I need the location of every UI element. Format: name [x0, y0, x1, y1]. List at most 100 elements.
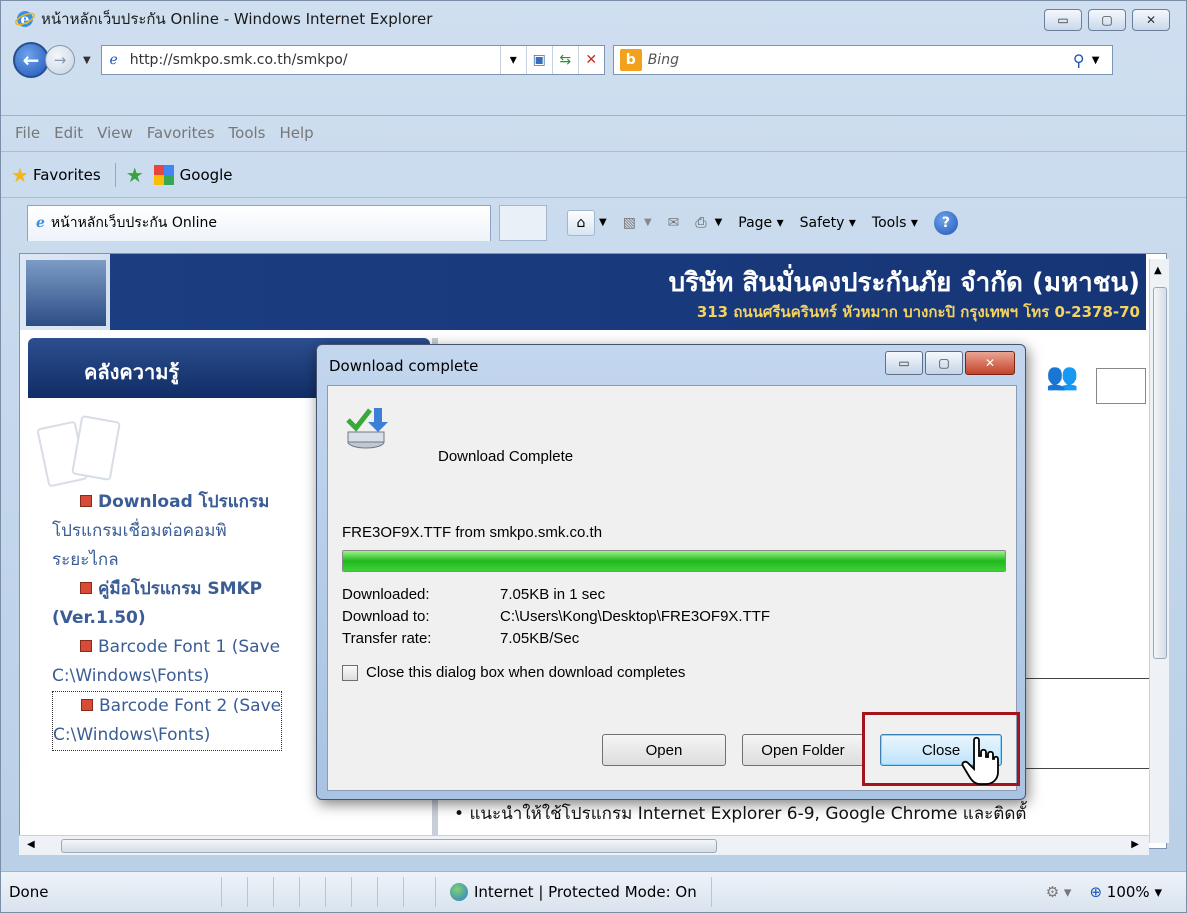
protected-mode-icon[interactable]: ⚙ ▾ — [1046, 883, 1072, 901]
scroll-left-icon[interactable]: ◀ — [27, 839, 35, 850]
dialog-maximize-button[interactable]: ▢ — [925, 351, 963, 375]
focused-list-item[interactable]: Barcode Font 2 (Save C:\Windows\Fonts) — [52, 691, 283, 751]
downloaded-value: 7.05KB in 1 sec — [500, 586, 606, 603]
feeds-dropdown-icon[interactable]: ▼ — [644, 217, 652, 228]
ie-logo-icon: e — [15, 11, 35, 28]
maximize-button[interactable]: ▢ — [1088, 9, 1126, 31]
menu-edit[interactable]: Edit — [54, 124, 83, 142]
bing-icon: b — [619, 49, 642, 71]
menu-favorites[interactable]: Favorites — [147, 124, 215, 142]
stop-icon[interactable]: ✕ — [577, 46, 604, 74]
address-dropdown-icon[interactable]: ▾ — [499, 46, 526, 74]
download-source: FRE3OF9X.TTF from smkpo.smk.co.th — [342, 524, 603, 541]
address-input[interactable]: http://smkpo.smk.co.th/smkpo/ — [126, 52, 500, 68]
favorites-star-icon[interactable]: ★ — [11, 163, 29, 187]
download-to-value: C:\Users\Kong\Desktop\FRE3OF9X.TTF — [500, 608, 771, 625]
horizontal-scrollbar[interactable]: ◀ ▶ — [19, 835, 1149, 855]
recent-pages-dropdown-icon[interactable]: ▼ — [83, 55, 91, 66]
menu-view[interactable]: View — [97, 124, 133, 142]
favorites-button[interactable]: Favorites — [33, 166, 101, 184]
browser-note: • แนะนำให้ใช้โปรแกรม Internet Explorer 6… — [454, 804, 1027, 824]
vertical-scrollbar[interactable]: ▲ — [1149, 259, 1169, 843]
open-button[interactable]: Open — [602, 734, 726, 766]
dialog-title: Download complete — [329, 357, 479, 375]
company-name: บริษัท สินมั่นคงประกันภัย จำกัด (มหาชน) — [668, 268, 1140, 298]
tab-active[interactable]: ℯ หน้าหลักเว็บประกัน Online — [27, 204, 491, 241]
back-button[interactable]: ← — [13, 42, 49, 78]
ie-tab-icon: ℯ — [36, 215, 45, 231]
new-tab-button[interactable] — [499, 204, 547, 241]
favorites-separator — [114, 162, 116, 187]
tools-menu[interactable]: Tools ▾ — [872, 215, 918, 231]
login-input[interactable] — [1096, 368, 1146, 404]
cards-decoration-icon — [36, 414, 132, 488]
close-window-button[interactable]: ✕ — [1132, 9, 1170, 31]
globe-icon — [450, 883, 468, 901]
favorites-bar: ★ Favorites ★ Google — [1, 151, 1186, 197]
checkbox-box[interactable] — [342, 664, 358, 681]
search-options-dropdown-icon[interactable]: ▼ — [1092, 55, 1112, 66]
menu-help[interactable]: Help — [280, 124, 314, 142]
knowledge-title: คลังความรู้ — [84, 360, 180, 384]
safety-menu[interactable]: Safety ▾ — [800, 215, 856, 231]
transfer-rate-value: 7.05KB/Sec — [500, 630, 580, 647]
horizontal-scroll-thumb[interactable] — [61, 839, 717, 853]
refresh-icon[interactable]: ⇆ — [551, 46, 578, 74]
home-dropdown-icon[interactable]: ▼ — [599, 217, 607, 228]
address-bar[interactable]: ℯ http://smkpo.smk.co.th/smkpo/ ▾ ▣ ⇆ ✕ — [100, 45, 605, 75]
bullet-square-icon — [80, 582, 92, 594]
page-menu[interactable]: Page ▾ — [738, 215, 783, 231]
scroll-up-icon[interactable]: ▲ — [1154, 265, 1162, 276]
print-icon[interactable]: ⎙ — [695, 215, 706, 231]
zoom-area: ⚙ ▾ ⊕ 100% ▾ — [1046, 883, 1186, 901]
tab-bar: ℯ หน้าหลักเว็บประกัน Online ⌂ ▼ ▧ ▼ ✉ ⎙ … — [1, 197, 1186, 247]
download-complete-icon — [346, 408, 388, 449]
company-address: 313 ถนนศรีนครินทร์ หัวหมาก บางกะปิ กรุงเ… — [696, 303, 1140, 321]
transfer-rate-label: Transfer rate: — [342, 630, 432, 647]
search-icon[interactable]: ⚲ — [1066, 51, 1092, 70]
security-zone[interactable]: Internet | Protected Mode: On — [435, 877, 712, 907]
download-heading: Download Complete — [438, 448, 574, 465]
download-to-label: Download to: — [342, 608, 430, 625]
forward-button[interactable]: → — [45, 45, 75, 75]
feeds-icon[interactable]: ▧ — [623, 215, 636, 231]
help-icon[interactable]: ? — [933, 210, 958, 235]
menu-file[interactable]: File — [15, 124, 40, 142]
zoom-control[interactable]: ⊕ 100% ▾ — [1089, 883, 1162, 901]
zone-label: Internet | Protected Mode: On — [474, 883, 697, 901]
ie-page-icon: ℯ — [109, 52, 118, 68]
mail-icon[interactable]: ✉ — [668, 215, 680, 231]
search-box[interactable]: b Bing ⚲ ▼ — [612, 45, 1113, 75]
close-when-done-checkbox[interactable]: Close this dialog box when download comp… — [342, 664, 685, 681]
home-icon[interactable]: ⌂ — [567, 209, 595, 236]
command-bar: ⌂ ▼ ▧ ▼ ✉ ⎙ ▼ Page ▾ Safety ▾ Tools ▾ ? — [567, 209, 958, 236]
print-dropdown-icon[interactable]: ▼ — [715, 217, 723, 228]
search-input[interactable]: Bing — [648, 52, 1066, 68]
menu-tools[interactable]: Tools — [229, 124, 266, 142]
download-progress-bar — [342, 550, 1006, 572]
site-banner: บริษัท สินมั่นคงประกันภัย จำกัด (มหาชน) … — [20, 254, 1146, 330]
download-info: Downloaded: 7.05KB in 1 sec Download to: C… — [342, 584, 770, 650]
users-icon: 👥 — [1046, 362, 1079, 392]
list-item-path[interactable]: C:\Windows\Fonts) — [53, 721, 281, 750]
google-icon — [153, 164, 174, 185]
window-titlebar: e หน้าหลักเว็บประกัน Online - Windows In… — [1, 1, 1186, 37]
hand-cursor-icon — [961, 736, 999, 785]
window-title: หน้าหลักเว็บประกัน Online - Windows Inte… — [41, 10, 433, 28]
minimize-button[interactable]: ▭ — [1044, 9, 1082, 31]
dialog-close-x-button[interactable]: ✕ — [965, 351, 1015, 375]
open-folder-button[interactable]: Open Folder — [742, 734, 864, 766]
bullet-square-icon — [80, 640, 92, 652]
vertical-scroll-thumb[interactable] — [1153, 287, 1167, 659]
status-cells — [221, 877, 429, 907]
scroll-right-icon[interactable]: ▶ — [1131, 839, 1139, 850]
dialog-minimize-button[interactable]: ▭ — [885, 351, 923, 375]
navigation-bar: ← → ▼ ℯ http://smkpo.smk.co.th/smkpo/ ▾ … — [1, 37, 1186, 83]
add-to-favorites-icon[interactable]: ★ — [126, 163, 144, 187]
progress-fill — [343, 551, 1005, 571]
tab-label: หน้าหลักเว็บประกัน Online — [50, 215, 217, 231]
bullet-square-icon — [80, 495, 92, 507]
favorite-link-google[interactable]: Google — [180, 166, 233, 184]
compatibility-view-icon[interactable]: ▣ — [525, 46, 552, 74]
arrow-right-icon: → — [53, 51, 67, 69]
